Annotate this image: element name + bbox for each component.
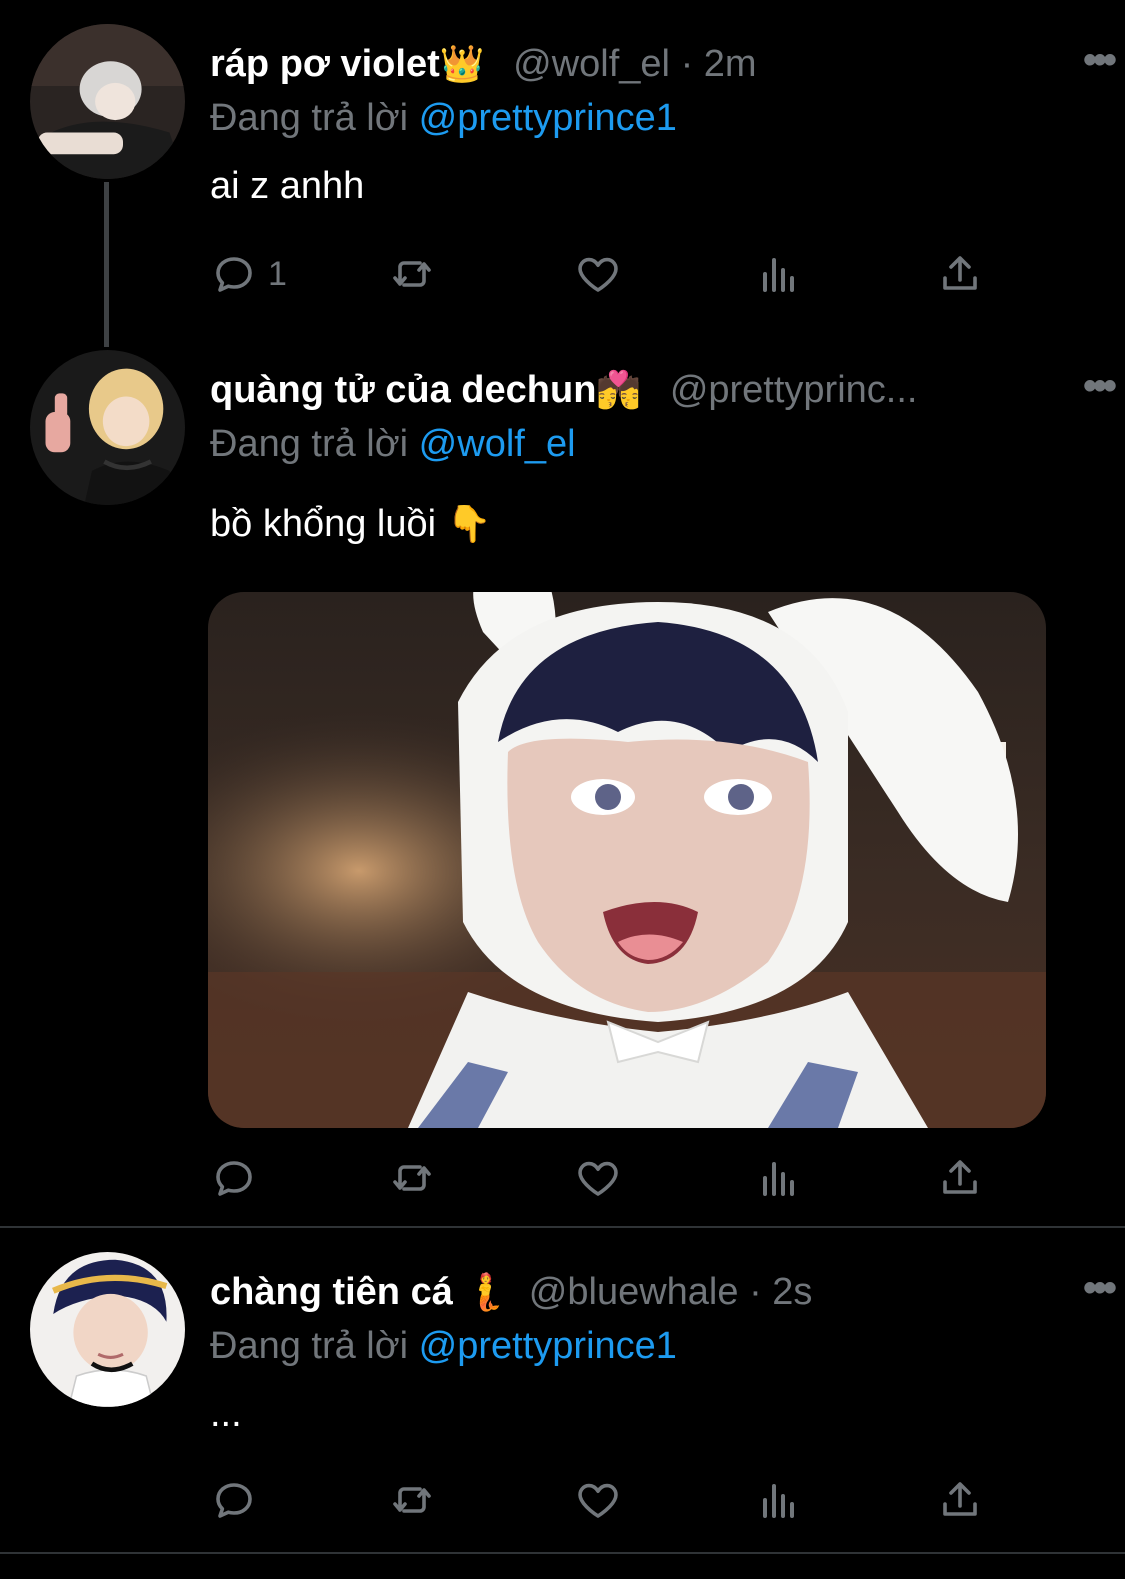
views-button[interactable] <box>755 244 803 304</box>
display-name[interactable]: quàng tử của dechun <box>210 369 596 411</box>
retweet-button[interactable] <box>388 1148 436 1208</box>
like-button[interactable] <box>574 1148 622 1208</box>
action-bar <box>210 1470 1000 1530</box>
avatar-image <box>30 350 185 505</box>
retweet-icon <box>393 1487 431 1513</box>
display-name[interactable]: ráp pơ violet <box>210 43 440 85</box>
reply-prefix: Đang trả lời <box>210 423 409 465</box>
more-icon[interactable]: ••• <box>1083 40 1117 96</box>
retweet-icon <box>393 261 431 287</box>
like-button[interactable] <box>574 1470 622 1530</box>
pointing-down-emoji: 👇 <box>446 503 492 544</box>
handle[interactable]: @prettyprinc... <box>670 369 918 411</box>
tweet-header: chàng tiên cá 🧜 @bluewhale · 2s <box>210 1264 1085 1320</box>
reply-icon <box>216 1483 252 1518</box>
tweet-2[interactable]: quàng tử của dechun💏 @prettyprinc... Đan… <box>0 340 1125 1226</box>
like-button[interactable] <box>574 244 622 304</box>
reply-button[interactable]: 1 <box>210 244 287 304</box>
retweet-button[interactable] <box>388 1470 436 1530</box>
crown-emoji: 👑 <box>439 43 485 84</box>
avatar-bluewhale[interactable] <box>30 1252 185 1407</box>
thread-connector <box>104 182 109 347</box>
share-icon <box>943 1160 977 1194</box>
reply-prefix: Đang trả lời <box>210 97 409 139</box>
views-button[interactable] <box>755 1148 803 1208</box>
timestamp[interactable]: 2m <box>704 43 757 85</box>
tweet-3[interactable]: chàng tiên cá 🧜 @bluewhale · 2s Đang trả… <box>0 1228 1125 1548</box>
reply-button[interactable] <box>210 1148 258 1208</box>
heart-icon <box>578 1483 618 1518</box>
reply-button[interactable] <box>210 1470 258 1530</box>
tweet-media-image[interactable] <box>208 592 1046 1128</box>
timestamp[interactable]: 2s <box>772 1271 812 1313</box>
tweet-text: ... <box>210 1393 242 1435</box>
display-name[interactable]: chàng tiên cá <box>210 1271 453 1313</box>
share-button[interactable] <box>936 244 984 304</box>
tweet-divider <box>0 1552 1125 1554</box>
share-icon <box>943 256 977 290</box>
avatar-prettyprince[interactable] <box>30 350 185 505</box>
separator: · <box>680 43 694 85</box>
tweet-text: ai z anhh <box>210 165 365 207</box>
heart-icon <box>578 257 618 292</box>
tweet-text: bồ khổng luồi 👇 <box>210 498 1005 550</box>
more-icon[interactable]: ••• <box>1083 1268 1117 1324</box>
tweet-header: ráp pơ violet👑 @wolf_el · 2m <box>210 36 1085 92</box>
action-bar <box>210 1148 1000 1208</box>
kiss-emoji: 💏 <box>596 369 642 410</box>
reply-mention[interactable]: @prettyprince1 <box>419 97 677 139</box>
avatar-image <box>30 24 185 179</box>
separator: · <box>749 1271 762 1313</box>
reply-icon <box>216 257 252 292</box>
share-button[interactable] <box>936 1148 984 1208</box>
reply-context: Đang trả lời @wolf_el <box>210 418 1005 470</box>
avatar-image <box>30 1252 185 1407</box>
more-icon[interactable]: ••• <box>1083 366 1117 422</box>
views-icon <box>763 258 794 292</box>
views-icon <box>763 1162 794 1196</box>
views-button[interactable] <box>755 1470 803 1530</box>
reply-context: Đang trả lời @prettyprince1 <box>210 92 1085 144</box>
reply-context: Đang trả lời @prettyprince1 <box>210 1320 1085 1372</box>
retweet-icon <box>393 1165 431 1191</box>
heart-icon <box>578 1161 618 1196</box>
merman-emoji: 🧜 <box>463 1271 509 1312</box>
tweet-header: quàng tử của dechun💏 @prettyprinc... <box>210 362 1005 418</box>
media-illustration <box>208 592 1046 1128</box>
reply-count: 1 <box>268 254 287 293</box>
share-button[interactable] <box>936 1470 984 1530</box>
tweet-text-body: bồ khổng luồi <box>210 503 437 545</box>
tweet-1[interactable]: ráp pơ violet👑 @wolf_el · 2m Đang trả lờ… <box>0 0 1125 347</box>
reply-prefix: Đang trả lời <box>210 1325 409 1367</box>
avatar-wolf-el[interactable] <box>30 24 185 179</box>
action-bar: 1 <box>210 244 1000 304</box>
reply-mention[interactable]: @wolf_el <box>419 423 576 465</box>
views-icon <box>763 1484 794 1518</box>
reply-mention[interactable]: @prettyprince1 <box>419 1325 677 1367</box>
share-icon <box>943 1482 977 1516</box>
retweet-button[interactable] <box>388 244 436 304</box>
reply-icon <box>216 1161 252 1196</box>
handle[interactable]: @bluewhale <box>529 1271 739 1313</box>
handle[interactable]: @wolf_el <box>513 43 670 85</box>
